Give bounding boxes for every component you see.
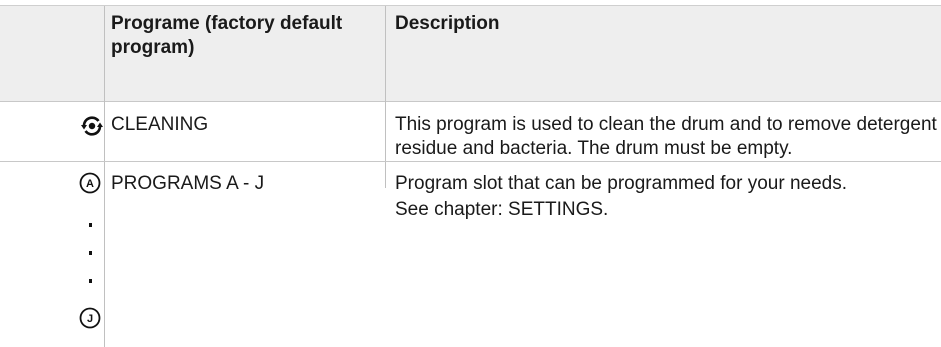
- svg-text:J: J: [87, 313, 93, 325]
- header-description: Description: [395, 13, 500, 34]
- program-name-slots: PROGRAMS A - J: [111, 173, 265, 194]
- ellipsis-dot: [89, 223, 92, 227]
- description-slots-line1: Program slot that can be programmed for …: [395, 173, 848, 194]
- letter-j-circle-icon: J: [79, 307, 101, 334]
- svg-text:A: A: [86, 178, 94, 190]
- description-cleaning: This program is used to clean the drum a…: [395, 114, 937, 159]
- column-divider: [104, 6, 105, 347]
- ellipsis-dot: [89, 279, 92, 283]
- letter-a-circle-icon: A: [79, 172, 101, 199]
- cleaning-cycle-icon: [80, 114, 104, 143]
- row-divider: [0, 161, 941, 162]
- ellipsis-dot: [89, 251, 92, 255]
- description-slots-line2: See chapter: SETTINGS.: [395, 199, 609, 220]
- header-program: Programe (factory default program): [111, 13, 343, 58]
- program-name-cleaning: CLEANING: [111, 114, 209, 135]
